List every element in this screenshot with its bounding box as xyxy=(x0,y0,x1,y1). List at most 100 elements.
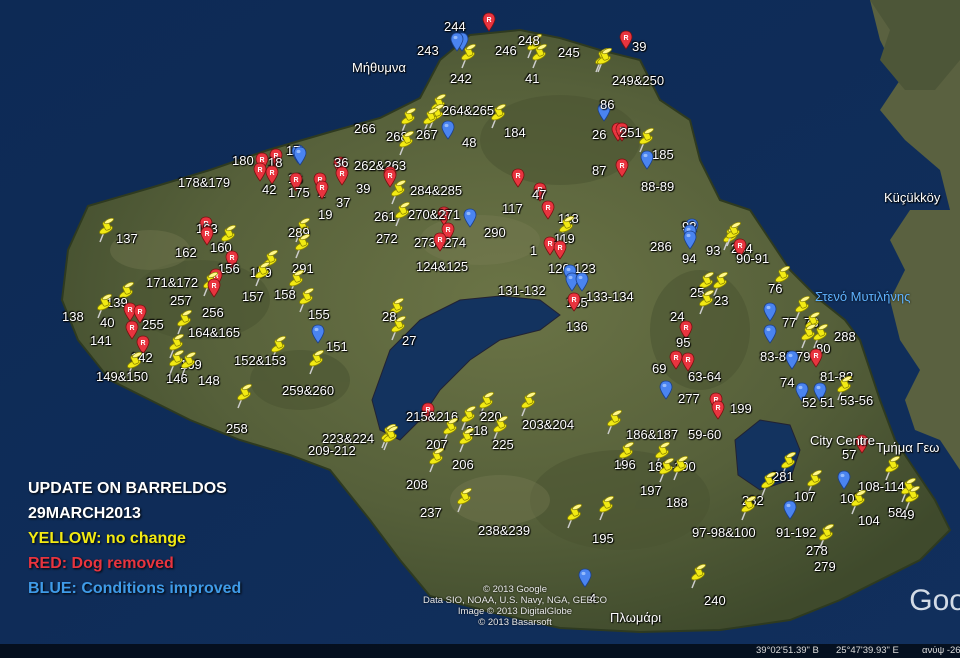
pin-label: 195 xyxy=(592,531,614,546)
svg-text:R: R xyxy=(515,173,520,180)
blue-marker-icon[interactable] xyxy=(640,150,662,178)
pin-label: 94 xyxy=(682,251,697,266)
svg-text:R: R xyxy=(319,185,324,192)
pin-label: 158 xyxy=(274,287,296,302)
pin-label: 152&153 xyxy=(234,353,287,368)
pin-label: 171&172 xyxy=(146,275,199,290)
legend-blue: BLUE: Conditions improved xyxy=(28,580,242,597)
pin-label: 199 xyxy=(730,401,752,416)
pin-label: 249&250 xyxy=(612,73,665,88)
pushpin-icon[interactable] xyxy=(250,262,272,290)
pushpin-icon[interactable] xyxy=(602,410,624,438)
pushpin-icon[interactable] xyxy=(394,131,416,159)
blue-marker-icon[interactable] xyxy=(293,146,315,174)
svg-text:R: R xyxy=(545,205,550,212)
red-marker-icon[interactable]: R xyxy=(482,12,504,40)
pushpin-icon[interactable] xyxy=(304,350,326,378)
pushpin-icon[interactable] xyxy=(390,202,412,230)
place-label: City Centre xyxy=(810,433,876,448)
pin-label: 136 xyxy=(566,319,588,334)
pushpin-icon[interactable] xyxy=(378,426,400,454)
map-view[interactable]: 244243242R24624841245R39249&25086R26R251… xyxy=(0,0,960,658)
pin-label: 86 xyxy=(600,97,615,112)
blue-marker-icon[interactable] xyxy=(783,500,805,528)
pin-label: 175 xyxy=(288,185,310,200)
red-marker-icon[interactable]: R xyxy=(433,232,455,260)
pin-label: 237 xyxy=(420,505,442,520)
pushpin-icon[interactable] xyxy=(814,524,836,552)
red-marker-icon[interactable]: R xyxy=(207,278,229,306)
pushpin-icon[interactable] xyxy=(736,496,758,524)
pin-label: 137 xyxy=(116,231,138,246)
pushpin-icon[interactable] xyxy=(592,48,614,76)
svg-text:R: R xyxy=(257,167,262,174)
svg-text:R: R xyxy=(204,231,209,238)
google-logo: Goo xyxy=(909,584,960,617)
credit-line: © 2013 Basarsoft xyxy=(478,617,552,628)
blue-marker-icon[interactable] xyxy=(785,350,807,378)
pin-label: 203&204 xyxy=(522,417,575,432)
pin-label: 49 xyxy=(900,507,915,522)
place-label: Τμήμα Γεω xyxy=(876,440,940,455)
pin-label: 1 xyxy=(530,243,538,258)
pushpin-icon[interactable] xyxy=(668,456,690,484)
pushpin-icon[interactable] xyxy=(424,448,446,476)
red-marker-icon[interactable]: R xyxy=(711,400,733,428)
place-label: Στενό Μυτιλήνης xyxy=(815,289,911,304)
pushpin-icon[interactable] xyxy=(232,384,254,412)
svg-text:R: R xyxy=(140,340,145,347)
svg-text:R: R xyxy=(619,163,624,170)
svg-text:R: R xyxy=(437,237,442,244)
pin-label: 267 xyxy=(416,127,438,142)
pin-label: 164&165 xyxy=(188,325,241,340)
pushpin-icon[interactable] xyxy=(456,44,478,72)
pin-label: 57 xyxy=(842,447,857,462)
pushpin-icon[interactable] xyxy=(454,428,476,456)
blue-marker-icon[interactable] xyxy=(441,120,463,148)
pin-label: 206 xyxy=(452,457,474,472)
status-bar: 39°02'51.39" Β 25°47'39.93" Ε ανύψ -26 xyxy=(0,644,960,658)
red-marker-icon[interactable]: R xyxy=(315,180,337,208)
blue-marker-icon[interactable] xyxy=(763,324,785,352)
svg-text:R: R xyxy=(129,325,134,332)
pin-label: 40 xyxy=(100,315,115,330)
pushpin-icon[interactable] xyxy=(527,44,549,72)
latitude-readout: 39°02'51.39" Β xyxy=(756,645,819,656)
pushpin-icon[interactable] xyxy=(94,218,116,246)
red-marker-icon[interactable]: R xyxy=(567,292,589,320)
red-marker-icon[interactable]: R xyxy=(615,158,637,186)
blue-marker-icon[interactable] xyxy=(463,208,485,236)
svg-text:R: R xyxy=(557,245,562,252)
pushpin-icon[interactable] xyxy=(562,504,584,532)
credit-line: © 2013 Google xyxy=(482,584,548,595)
pushpin-icon[interactable] xyxy=(290,234,312,262)
legend: UPDATE ON BARRELDOS 29MARCH2013 YELLOW: … xyxy=(28,476,241,601)
pin-label: 53-56 xyxy=(840,393,874,408)
pushpin-icon[interactable] xyxy=(176,352,198,380)
pushpin-icon[interactable] xyxy=(694,290,716,318)
place-label: Küçükköy xyxy=(884,190,941,205)
legend-title: UPDATE ON BARRELDOS xyxy=(28,480,227,497)
pin-label: 188 xyxy=(666,495,688,510)
pin-label: 196 xyxy=(614,457,636,472)
pushpin-icon[interactable] xyxy=(516,392,538,420)
pin-label: 197 xyxy=(640,483,662,498)
pin-label: 95 xyxy=(676,335,691,350)
altitude-readout: ανύψ -26 xyxy=(922,645,960,656)
pin-label: 91-192 xyxy=(776,525,817,540)
pin-label: 290 xyxy=(484,225,506,240)
pin-label: 26 xyxy=(592,127,607,142)
pin-label: 208 xyxy=(406,477,428,492)
pin-label: 270&271 xyxy=(408,207,461,222)
pin-label: 39 xyxy=(632,39,647,54)
pushpin-icon[interactable] xyxy=(686,564,708,592)
red-marker-icon[interactable]: R xyxy=(511,168,533,196)
legend-date: 29MARCH2013 xyxy=(28,505,141,522)
place-label: Μήθυμνα xyxy=(352,60,406,75)
pin-label: 277 xyxy=(678,391,700,406)
pushpin-icon[interactable] xyxy=(594,496,616,524)
red-marker-icon[interactable]: R xyxy=(335,166,357,194)
pushpin-icon[interactable] xyxy=(452,488,474,516)
longitude-readout: 25°47'39.93" Ε xyxy=(836,645,899,656)
pin-label: 37 xyxy=(336,195,351,210)
